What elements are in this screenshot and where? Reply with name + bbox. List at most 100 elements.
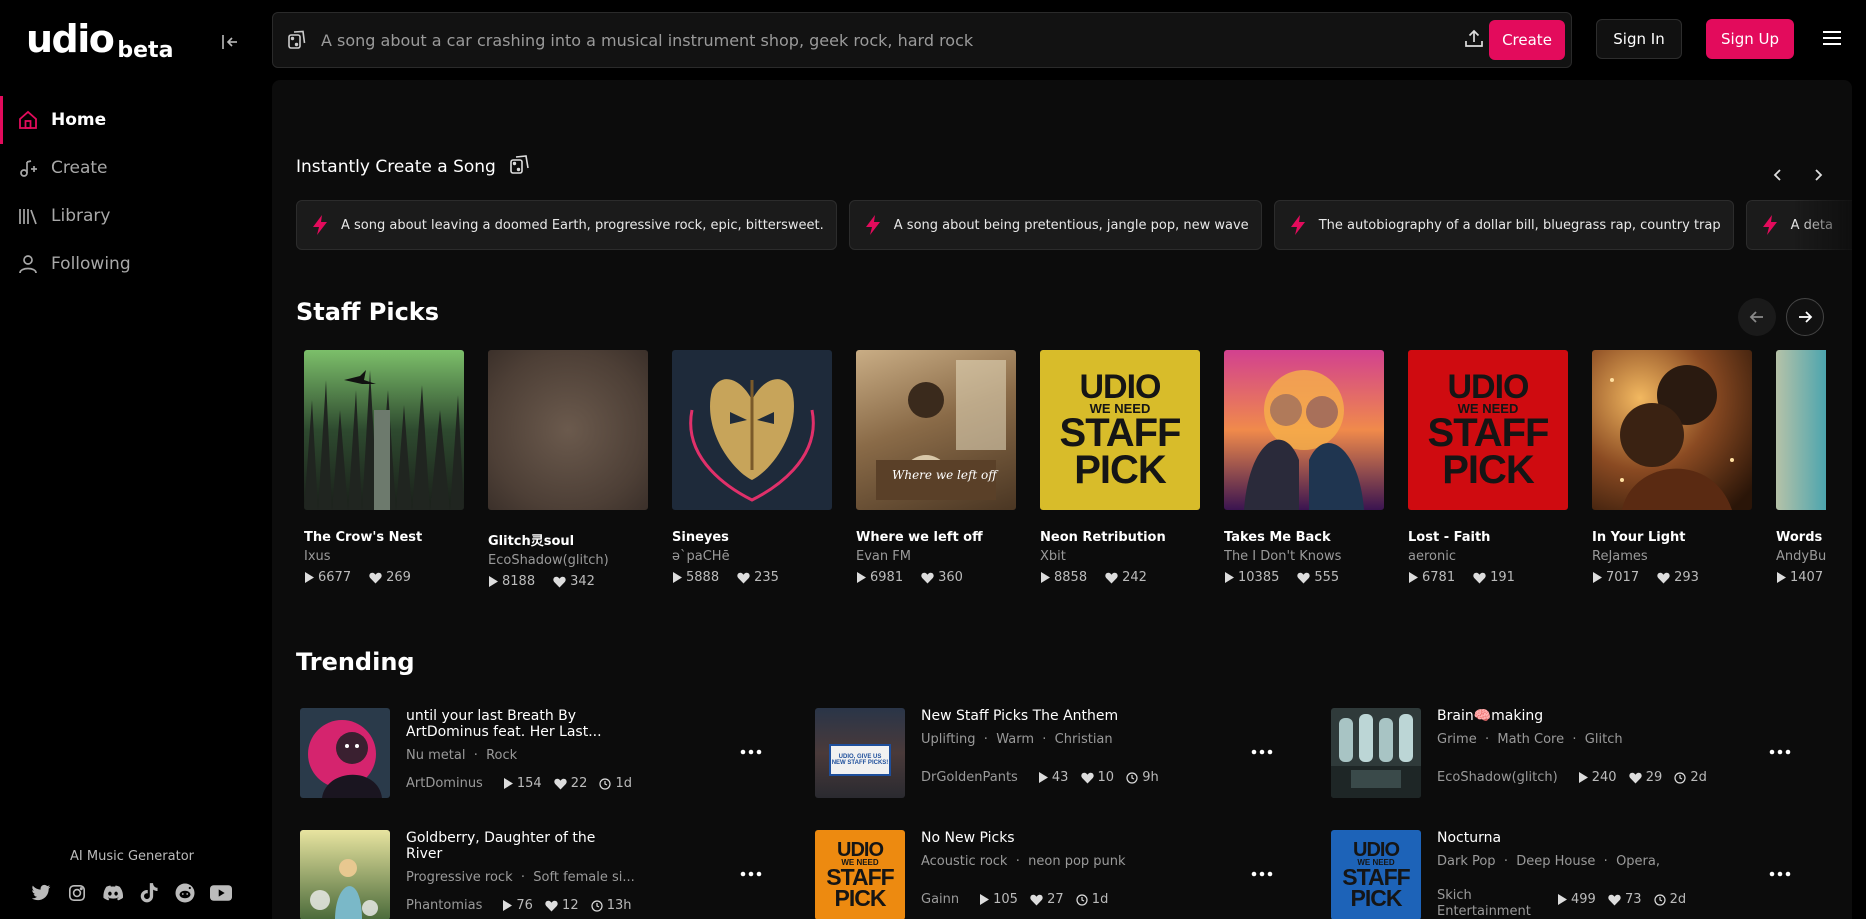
tag[interactable]: Warm [996, 732, 1034, 747]
song-title[interactable]: New Staff Picks The Anthem [921, 708, 1181, 724]
more-options-icon[interactable] [738, 744, 764, 760]
sidebar-item-home[interactable]: Home [0, 96, 270, 144]
song-card[interactable]: Sineyes ə`paCHē 5888 235 [672, 350, 832, 589]
song-cover[interactable] [1776, 350, 1826, 510]
song-title[interactable]: Where we left off [856, 530, 1016, 545]
collapse-sidebar-icon[interactable] [218, 30, 242, 54]
song-title[interactable]: Words T [1776, 530, 1826, 545]
hamburger-menu-icon[interactable] [1820, 27, 1846, 51]
song-artist[interactable]: DrGoldenPants [921, 770, 1018, 785]
discord-icon[interactable] [102, 882, 124, 904]
staff-pick-cover[interactable]: UDIO WE NEED STAFF PICK [1331, 830, 1421, 919]
tag[interactable]: Grime [1437, 732, 1477, 747]
song-card[interactable]: Takes Me Back The I Don't Knows 10385 55… [1224, 350, 1384, 589]
sign-in-button[interactable]: Sign In [1596, 19, 1682, 59]
prompt-input[interactable] [321, 23, 1471, 57]
song-artist[interactable]: EcoShadow(glitch) [1437, 770, 1558, 785]
song-title[interactable]: Nocturna [1437, 830, 1657, 846]
song-title[interactable]: Brain🧠making [1437, 708, 1657, 724]
tag[interactable]: Uplifting [921, 732, 976, 747]
tag[interactable]: Math Core [1497, 732, 1564, 747]
more-options-icon[interactable] [1249, 744, 1275, 760]
tag[interactable]: Soft female si... [533, 870, 635, 885]
instagram-icon[interactable] [66, 882, 88, 904]
staff-pick-cover[interactable]: UDIO WE NEED STAFF PICK [1408, 350, 1568, 510]
upload-icon[interactable] [1463, 28, 1487, 52]
random-prompt-dice-icon[interactable] [285, 28, 309, 52]
tag[interactable]: Rock [486, 748, 517, 763]
more-options-icon[interactable] [1249, 866, 1275, 882]
song-artist[interactable]: Evan FM [856, 549, 1016, 564]
tag[interactable]: Christian [1055, 732, 1113, 747]
song-cover[interactable] [488, 350, 648, 510]
prompts-prev-chevron-icon[interactable] [1766, 163, 1790, 187]
song-title[interactable]: Neon Retribution [1040, 530, 1200, 545]
tag[interactable]: Deep House [1516, 854, 1595, 869]
song-title[interactable]: Lost - Faith [1408, 530, 1568, 545]
tiktok-icon[interactable] [138, 882, 160, 904]
youtube-icon[interactable] [210, 882, 232, 904]
staff-pick-cover[interactable]: UDIO WE NEED STAFF PICK [1040, 350, 1200, 510]
trending-item[interactable]: UDIO, GIVE US NEW STAFF PICKS! New Staff… [815, 708, 1285, 800]
song-card[interactable]: The Crow's Nest Ixus 6677 269 [304, 350, 464, 589]
trending-item[interactable]: Brain🧠making Grime · Math Core · Glitch … [1331, 708, 1801, 800]
more-options-icon[interactable] [1767, 744, 1793, 760]
song-title[interactable]: Glitch灵soul [488, 530, 648, 549]
prompt-chip[interactable]: A song about being pretentious, jangle p… [848, 200, 1262, 250]
song-card[interactable]: In Your Light ReJames 7017 293 [1592, 350, 1752, 589]
prompt-chip[interactable]: The autobiography of a dollar bill, blue… [1273, 200, 1734, 250]
tag[interactable]: Opera, [1616, 854, 1660, 869]
trending-item[interactable]: until your last Breath By ArtDominus fea… [300, 708, 770, 800]
song-artist[interactable]: Skich Entertainment [1437, 888, 1547, 919]
song-cover[interactable] [300, 830, 390, 919]
trending-item[interactable]: Goldberry, Daughter of the River Progres… [300, 830, 770, 919]
staff-pick-cover[interactable]: UDIO WE NEED STAFF PICK [815, 830, 905, 919]
song-artist[interactable]: The I Don't Knows [1224, 549, 1384, 564]
song-cover[interactable] [1592, 350, 1752, 510]
prompt-chip[interactable]: A song about leaving a doomed Earth, pro… [296, 200, 837, 250]
song-artist[interactable]: Gainn [921, 892, 959, 907]
sidebar-item-create[interactable]: Create [0, 144, 270, 192]
song-card[interactable]: Where we left off Where we left off Evan… [856, 350, 1016, 589]
song-title[interactable]: Goldberry, Daughter of the River [406, 830, 626, 862]
create-button[interactable]: Create [1489, 20, 1565, 60]
more-options-icon[interactable] [1767, 866, 1793, 882]
tag[interactable]: Dark Pop [1437, 854, 1496, 869]
song-card[interactable]: UDIO WE NEED STAFF PICK Neon Retribution… [1040, 350, 1200, 589]
tag[interactable]: Nu metal [406, 748, 465, 763]
prompt-chip[interactable]: A deta [1745, 200, 1852, 250]
staff-picks-prev-arrow-icon[interactable] [1738, 298, 1776, 336]
staff-picks-next-arrow-icon[interactable] [1786, 298, 1824, 336]
sign-up-button[interactable]: Sign Up [1706, 19, 1794, 59]
song-cover[interactable] [304, 350, 464, 510]
sidebar-item-following[interactable]: Following [0, 240, 270, 288]
song-artist[interactable]: ArtDominus [406, 776, 483, 791]
song-artist[interactable]: Xbit [1040, 549, 1200, 564]
song-title[interactable]: until your last Breath By ArtDominus fea… [406, 708, 626, 740]
song-artist[interactable]: ə`paCHē [672, 549, 832, 564]
prompts-next-chevron-icon[interactable] [1806, 163, 1830, 187]
song-card[interactable]: Words T AndyBu 1407 [1776, 350, 1826, 589]
song-title[interactable]: The Crow's Nest [304, 530, 464, 545]
tag[interactable]: Progressive rock [406, 870, 513, 885]
trending-item[interactable]: UDIO WE NEED STAFF PICK Nocturna Dark Po… [1331, 830, 1801, 919]
tag[interactable]: neon pop punk [1028, 854, 1125, 869]
tag[interactable]: Acoustic rock [921, 854, 1007, 869]
twitter-icon[interactable] [30, 882, 52, 904]
dice-icon[interactable] [508, 152, 532, 181]
song-card[interactable]: Glitch灵soul EcoShadow(glitch) 8188 342 [488, 350, 648, 589]
song-artist[interactable]: ReJames [1592, 549, 1752, 564]
song-cover[interactable] [1331, 708, 1421, 798]
song-artist[interactable]: aeronic [1408, 549, 1568, 564]
song-artist[interactable]: Phantomias [406, 898, 482, 913]
song-artist[interactable]: AndyBu [1776, 549, 1826, 564]
song-cover[interactable] [300, 708, 390, 798]
udio-logo[interactable]: udio beta [26, 20, 173, 62]
sidebar-item-library[interactable]: Library [0, 192, 270, 240]
song-title[interactable]: No New Picks [921, 830, 1141, 846]
song-title[interactable]: Takes Me Back [1224, 530, 1384, 545]
song-cover[interactable]: UDIO, GIVE US NEW STAFF PICKS! [815, 708, 905, 798]
song-artist[interactable]: Ixus [304, 549, 464, 564]
song-cover[interactable] [672, 350, 832, 510]
trending-item[interactable]: UDIO WE NEED STAFF PICK No New Picks Aco… [815, 830, 1285, 919]
